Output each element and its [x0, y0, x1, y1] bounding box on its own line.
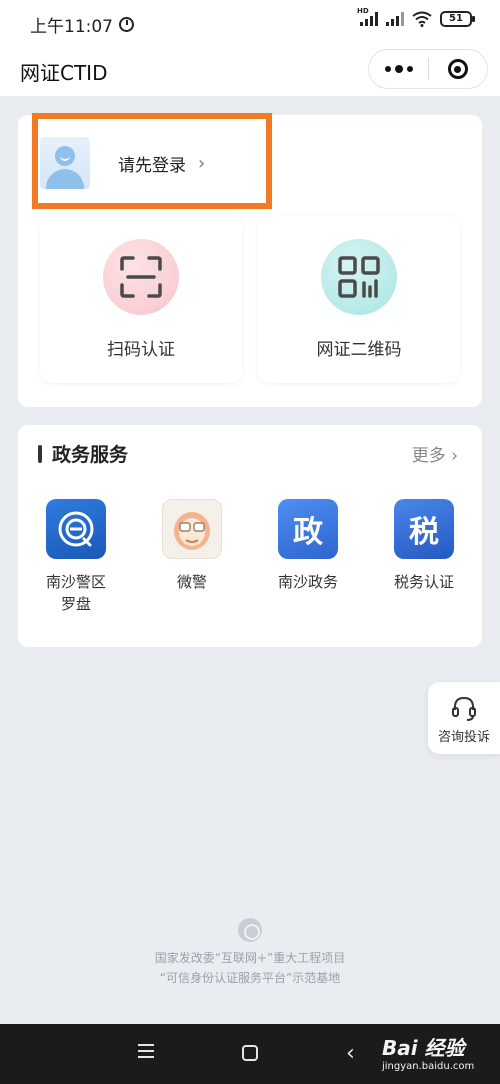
system-nav-bar: ‹ Bai 经验 jingyan.baidu.com [0, 1024, 500, 1084]
identity-card: 请先登录 › 扫码认证 网证二维码 [18, 113, 482, 407]
service-nansha-gov[interactable]: 政 南沙政务 [258, 499, 358, 593]
home-icon[interactable] [242, 1045, 258, 1061]
watermark-brand: Bai 经验 [382, 1036, 465, 1060]
target-icon [447, 59, 468, 79]
consult-complaint-button[interactable]: 咨询投诉 [428, 682, 500, 754]
ctid-qrcode-label: 网证二维码 [316, 340, 402, 360]
gov-icon: 政 [278, 499, 338, 559]
ctid-qrcode-button[interactable]: 网证二维码 [258, 215, 460, 383]
more-options-button[interactable] [369, 49, 428, 89]
tax-icon: 税 [394, 499, 454, 559]
cell-signal-2-icon [386, 12, 404, 26]
service-label: 南沙警区 罗盘 [45, 573, 106, 613]
close-mini-program-button[interactable] [429, 49, 487, 89]
headset-icon [452, 696, 476, 721]
battery-level: 51 [449, 13, 463, 24]
page-title: 网证CTID [20, 61, 108, 85]
service-tax-verify[interactable]: 税 税务认证 [374, 499, 474, 593]
section-marker [38, 445, 42, 463]
footer-line-2: “可信身份认证服务平台”示范基地 [159, 971, 341, 985]
police-compass-icon [46, 499, 106, 559]
gov-services-card: 政务服务 更多 › 南沙警区 罗盘 微警 政 南沙政务 税 税务认证 [18, 425, 482, 647]
service-label: 南沙政务 [277, 573, 338, 591]
weijing-icon [162, 499, 222, 559]
status-bar: 上午11:07 HD 51 [0, 0, 500, 44]
service-label: 税务认证 [393, 573, 454, 591]
baidu-jingyan-watermark: Bai 经验 jingyan.baidu.com [382, 1032, 474, 1072]
menu-icon[interactable] [138, 1044, 154, 1058]
status-icons: HD 51 [357, 7, 475, 27]
consult-label: 咨询投诉 [437, 730, 490, 745]
footer: 国家发改委“互联网+”重大工程项目 “可信身份认证服务平台”示范基地 [0, 918, 500, 988]
mini-program-header: 网证CTID [0, 44, 500, 96]
service-weijing[interactable]: 微警 [142, 499, 242, 593]
wifi-icon [412, 11, 432, 27]
section-title: 政务服务 [52, 444, 129, 466]
service-label: 微警 [176, 573, 207, 591]
cell-signal-icon: HD [357, 7, 378, 26]
status-time: 上午11:07 [30, 12, 134, 37]
national-emblem-icon [238, 918, 262, 942]
hd-label: HD [357, 7, 369, 15]
scan-frame-icon [103, 239, 179, 315]
battery-icon: 51 [440, 11, 475, 27]
highlight-annotation [32, 113, 272, 209]
back-icon[interactable]: ‹ [346, 1041, 355, 1066]
more-link[interactable]: 更多 › [412, 441, 458, 466]
service-nansha-police[interactable]: 南沙警区 罗盘 [26, 499, 126, 615]
capsule-menu [368, 49, 488, 89]
watermark-url: jingyan.baidu.com [382, 1061, 475, 1072]
scan-verify-label: 扫码认证 [107, 340, 175, 360]
time-text: 上午11:07 [30, 17, 113, 37]
footer-line-1: 国家发改委“互联网+”重大工程项目 [154, 951, 346, 965]
alarm-icon [119, 17, 134, 32]
qr-code-icon [321, 239, 397, 315]
scan-verify-button[interactable]: 扫码认证 [40, 215, 242, 383]
